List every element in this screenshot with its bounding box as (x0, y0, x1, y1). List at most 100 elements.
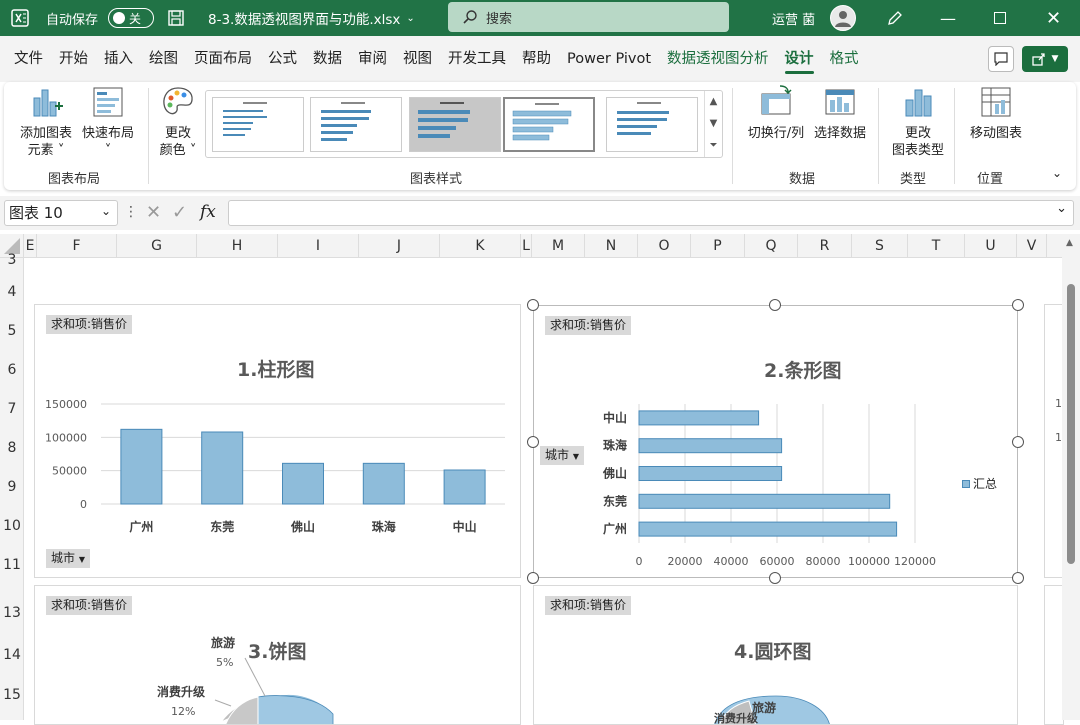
insert-function-icon[interactable]: fx (200, 202, 216, 222)
resize-handle-s[interactable] (769, 572, 781, 584)
tab-format[interactable]: 格式 (822, 36, 867, 82)
tab-formulas[interactable]: 公式 (260, 36, 305, 82)
maximize-icon[interactable] (994, 0, 1006, 36)
tab-power-pivot[interactable]: Power Pivot (559, 36, 659, 82)
row-header[interactable]: 9 (0, 479, 24, 495)
tab-help[interactable]: 帮助 (514, 36, 559, 82)
vertical-scrollbar[interactable]: ▲ (1062, 234, 1080, 720)
row-header[interactable]: 3 (0, 252, 24, 268)
col-header[interactable]: J (359, 234, 440, 258)
change-chart-type-button[interactable]: 更改 图表类型 (884, 84, 952, 159)
chart-style-thumb-2[interactable] (310, 97, 402, 152)
chart-donut[interactable]: 求和项:销售价 4.圆环图 旅游 消费升级 (533, 585, 1018, 725)
tab-insert[interactable]: 插入 (96, 36, 141, 82)
col-header[interactable]: M (532, 234, 585, 258)
tab-draw[interactable]: 绘图 (141, 36, 186, 82)
more-options-icon[interactable]: ⋮ (124, 204, 138, 220)
change-colors-label-2: 颜色 (159, 143, 186, 158)
tab-page-layout[interactable]: 页面布局 (186, 36, 260, 82)
chart-style-thumb-5[interactable] (606, 97, 698, 152)
axis-field-button[interactable]: 城市 ▼ (46, 549, 90, 568)
tab-view[interactable]: 视图 (395, 36, 440, 82)
autosave-toggle[interactable]: 关 (108, 0, 154, 36)
row-header[interactable]: 13 (0, 605, 24, 621)
col-header[interactable]: F (37, 234, 117, 258)
col-header[interactable]: E (24, 234, 37, 258)
resize-handle-sw[interactable] (527, 572, 539, 584)
chart-style-thumb-4-selected[interactable] (503, 97, 595, 152)
row-header[interactable]: 7 (0, 401, 24, 417)
col-header[interactable]: V (1017, 234, 1047, 258)
select-data-button[interactable]: 选择数据 (808, 84, 872, 142)
col-header[interactable]: N (585, 234, 638, 258)
filename-dropdown[interactable]: 8-3.数据透视图界面与功能.xlsx ⌄ (208, 0, 415, 36)
row-header[interactable]: 10 (0, 518, 24, 534)
gallery-more-icon[interactable]: ⏷ (704, 135, 722, 157)
col-header[interactable]: T (908, 234, 965, 258)
scroll-up-icon[interactable]: ▲ (1066, 238, 1073, 248)
col-header[interactable]: S (852, 234, 908, 258)
search-box[interactable]: 搜索 (448, 2, 729, 32)
close-icon[interactable]: ✕ (1046, 0, 1061, 36)
switch-row-column-button[interactable]: 切换行/列 (738, 84, 814, 142)
row-header[interactable]: 8 (0, 440, 24, 456)
enter-check-icon[interactable]: ✓ (172, 202, 187, 223)
tab-developer[interactable]: 开发工具 (440, 36, 514, 82)
resize-handle-ne[interactable] (1012, 299, 1024, 311)
save-icon[interactable] (166, 0, 186, 36)
col-header[interactable]: O (638, 234, 691, 258)
tab-review[interactable]: 审阅 (350, 36, 395, 82)
chart-style-thumb-1[interactable] (212, 97, 304, 152)
row-header[interactable]: 15 (0, 687, 24, 703)
add-chart-element-button[interactable]: 添加图表 元素 ˅ (16, 84, 76, 159)
col-header[interactable]: R (798, 234, 852, 258)
gallery-scroll-up-icon[interactable]: ▲ (704, 91, 722, 113)
chart-partial-right[interactable] (1044, 585, 1064, 725)
row-header[interactable]: 14 (0, 647, 24, 663)
resize-handle-nw[interactable] (527, 299, 539, 311)
formula-input[interactable]: ⌄ (228, 200, 1074, 226)
resize-handle-w[interactable] (527, 436, 539, 448)
resize-handle-e[interactable] (1012, 436, 1024, 448)
tab-data[interactable]: 数据 (305, 36, 350, 82)
y-tick-label: 东莞 (603, 493, 627, 508)
col-header[interactable]: U (965, 234, 1017, 258)
row-header[interactable]: 4 (0, 284, 24, 300)
col-header[interactable]: Q (745, 234, 798, 258)
chart-pie[interactable]: 求和项:销售价 3.饼图 旅游 5% 消费升级 12% (34, 585, 521, 725)
col-header[interactable]: K (440, 234, 521, 258)
cancel-icon[interactable]: ✕ (146, 202, 161, 223)
share-button[interactable]: ▼ (1022, 46, 1068, 72)
axis-field-button[interactable]: 城市 ▼ (540, 446, 584, 465)
row-header[interactable]: 6 (0, 362, 24, 378)
tab-home[interactable]: 开始 (51, 36, 96, 82)
resize-handle-se[interactable] (1012, 572, 1024, 584)
row-header[interactable]: 11 (0, 557, 24, 573)
chart-legend[interactable]: 汇总 (962, 475, 997, 492)
tab-design[interactable]: 设计 (777, 36, 822, 82)
col-header[interactable]: L (521, 234, 532, 258)
move-chart-button[interactable]: 移动图表 (960, 84, 1032, 142)
chart-style-thumb-3[interactable] (409, 97, 501, 152)
col-header[interactable]: G (117, 234, 197, 258)
col-header[interactable]: I (278, 234, 359, 258)
gallery-scroll-down-icon[interactable]: ▼ (704, 113, 722, 135)
row-header[interactable]: 5 (0, 323, 24, 339)
chart-bar-selected[interactable]: 求和项:销售价 2.条形图 0 20000 40000 60000 80000 10000… (533, 305, 1018, 578)
tab-file[interactable]: 文件 (6, 36, 51, 82)
chart-partial-right[interactable]: 1 1 (1044, 304, 1064, 578)
pen-icon[interactable] (886, 0, 904, 36)
col-header[interactable]: H (197, 234, 278, 258)
name-box[interactable]: 图表 10 ⌄ (4, 200, 118, 226)
avatar[interactable] (830, 0, 856, 36)
tab-pivotchart-analyze[interactable]: 数据透视图分析 (659, 36, 777, 82)
col-header[interactable]: P (691, 234, 745, 258)
resize-handle-n[interactable] (769, 299, 781, 311)
collapse-ribbon-icon[interactable]: ⌄ (1052, 166, 1062, 180)
minimize-icon[interactable]: — (940, 0, 956, 36)
chart-column[interactable]: 求和项:销售价 1.柱形图 0 50000 100000 150000 广州 东莞 佛山 珠海… (34, 304, 521, 578)
change-colors-button[interactable]: 更改 颜色 ˅ (154, 84, 202, 159)
scrollbar-thumb[interactable] (1067, 284, 1075, 564)
comments-button[interactable] (988, 46, 1014, 72)
quick-layout-button[interactable]: 快速布局 ˅ (78, 84, 138, 159)
